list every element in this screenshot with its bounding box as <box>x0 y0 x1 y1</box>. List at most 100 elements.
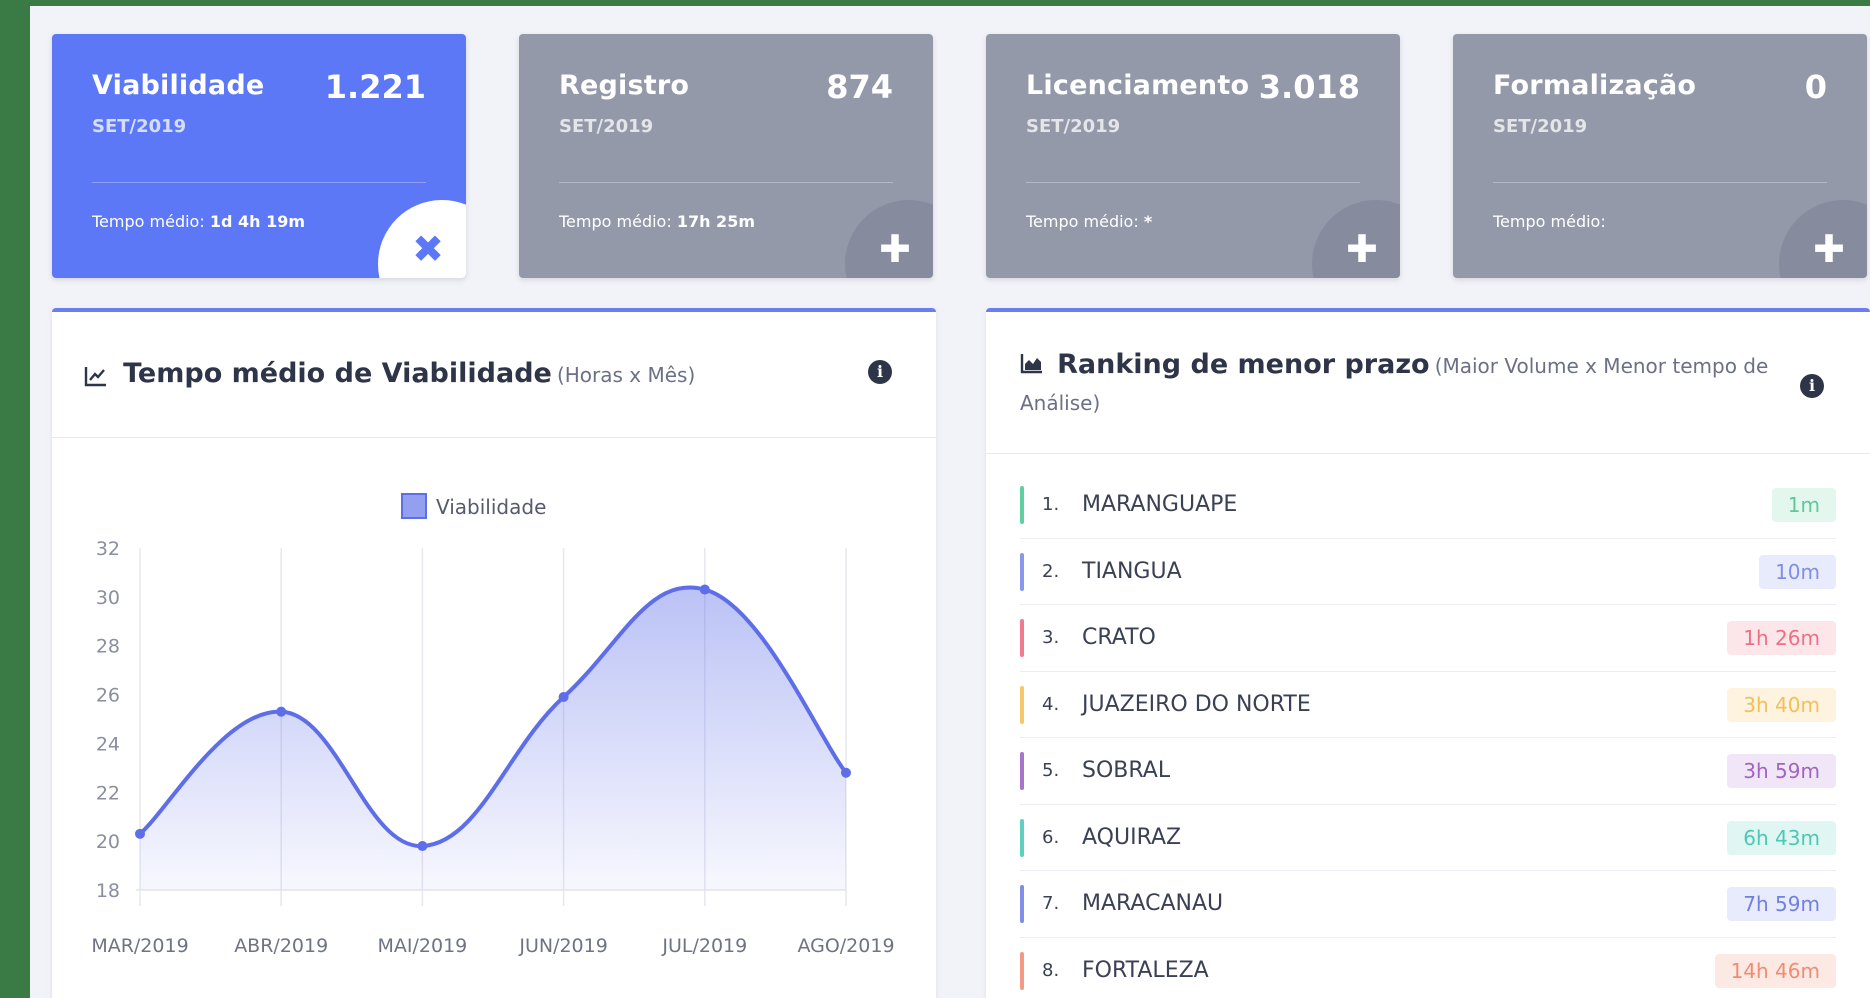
rank-time-badge: 1h 26m <box>1727 621 1836 655</box>
legend-label: Viabilidade <box>436 495 546 519</box>
rank-number: 7. <box>1042 893 1060 914</box>
chart-widget-header: Tempo médio de Viabilidade (Horas x Mês)… <box>52 312 936 438</box>
data-point <box>699 584 710 595</box>
rank-city-name: MARACANAU <box>1082 891 1224 916</box>
card-registro[interactable]: Registro 874 SET/2019 Tempo médio: 17h 2… <box>519 34 933 278</box>
y-tick-label: 18 <box>96 880 120 902</box>
x-tick-label: MAI/2019 <box>378 935 468 957</box>
avg-value: 17h 25m <box>676 212 755 231</box>
chart-widget-heading: Tempo médio de Viabilidade (Horas x Mês) <box>84 358 695 391</box>
line-chart: 18 20 22 24 26 28 30 32 MAR/2019 ABR/2019 MAI/2019… <box>91 493 895 957</box>
ranking-row[interactable]: 6. AQUIRAZ 6h 43m <box>1020 805 1836 871</box>
rank-time-badge: 6h 43m <box>1727 820 1836 855</box>
y-tick-label: 22 <box>96 782 120 804</box>
rank-time-badge: 7h 59m <box>1727 887 1836 921</box>
rank-time-badge: 1m <box>1771 488 1836 522</box>
ranking-widget: Ranking de menor prazo (Maior Volume x M… <box>986 308 1870 998</box>
rank-color-bar <box>1020 818 1024 857</box>
ranking-widget-heading: Ranking de menor prazo (Maior Volume x M… <box>1020 348 1800 422</box>
card-title: Licenciamento <box>1026 70 1250 101</box>
chart-title: Tempo médio de Viabilidade <box>123 358 552 389</box>
x-tick-label: JUL/2019 <box>661 935 747 957</box>
card-count: 3.018 <box>1258 68 1360 106</box>
y-tick-label: 28 <box>96 636 120 658</box>
close-icon[interactable]: ✖ <box>412 230 444 268</box>
ranking-row[interactable]: 4. JUAZEIRO DO NORTE 3h 40m <box>1020 672 1836 738</box>
card-avg-time: Tempo médio: * <box>1026 212 1152 231</box>
avg-label: Tempo médio: <box>559 212 672 231</box>
legend-swatch <box>401 493 427 519</box>
rank-color-bar <box>1020 619 1024 657</box>
rank-color-bar <box>1020 951 1024 990</box>
x-tick-label: AGO/2019 <box>797 935 894 957</box>
card-licenciamento[interactable]: Licenciamento 3.018 SET/2019 Tempo médio… <box>986 34 1400 278</box>
rank-time-badge: 10m <box>1759 554 1836 589</box>
card-title: Registro <box>559 70 690 101</box>
rank-number: 1. <box>1042 494 1060 515</box>
rank-time-badge: 3h 59m <box>1727 754 1836 788</box>
card-count: 0 <box>1804 68 1827 106</box>
ranking-row[interactable]: 2. TIANGUA 10m <box>1020 539 1836 605</box>
plus-icon[interactable]: ✚ <box>879 230 911 268</box>
series-area <box>140 587 846 890</box>
card-period: SET/2019 <box>559 116 654 137</box>
card-period: SET/2019 <box>1493 116 1588 137</box>
line-chart-icon <box>84 365 108 391</box>
rank-city-name: TIANGUA <box>1082 558 1182 584</box>
data-point <box>841 767 851 778</box>
rank-color-bar <box>1020 752 1024 790</box>
data-point <box>558 692 569 703</box>
rank-number: 3. <box>1042 627 1060 648</box>
chart-area: 18 20 22 24 26 28 30 32 MAR/2019 ABR/2019 MAI/2019… <box>52 432 932 998</box>
card-period: SET/2019 <box>92 116 187 137</box>
x-tick-label: JUN/2019 <box>518 935 607 957</box>
data-point <box>276 706 287 717</box>
ranking-row[interactable]: 8. FORTALEZA 14h 46m <box>1020 938 1836 998</box>
x-tick-label: ABR/2019 <box>234 935 328 957</box>
avg-label: Tempo médio: <box>92 212 205 231</box>
dashboard-panel: Viabilidade 1.221 SET/2019 Tempo médio: … <box>30 6 1870 998</box>
plus-icon[interactable]: ✚ <box>1346 230 1378 268</box>
card-divider <box>1493 182 1827 183</box>
rank-city-name: MARANGUAPE <box>1082 492 1238 517</box>
card-divider <box>559 182 893 183</box>
rank-time-badge: 3h 40m <box>1727 687 1836 722</box>
ranking-row[interactable]: 1. MARANGUAPE 1m <box>1020 472 1836 539</box>
card-formalizacao[interactable]: Formalização 0 SET/2019 Tempo médio: ✚ <box>1453 34 1867 278</box>
ranking-list: 1. MARANGUAPE 1m 2. TIANGUA 10m 3. CRATO 1h 26m 4… <box>1020 472 1836 998</box>
info-icon[interactable]: i <box>868 360 892 384</box>
card-divider <box>92 182 426 183</box>
y-tick-label: 20 <box>96 831 120 853</box>
ranking-widget-header: Ranking de menor prazo (Maior Volume x M… <box>986 312 1870 454</box>
ranking-row[interactable]: 3. CRATO 1h 26m <box>1020 605 1836 672</box>
data-point <box>417 841 428 852</box>
rank-color-bar <box>1020 685 1024 724</box>
ranking-title: Ranking de menor prazo <box>1057 349 1430 380</box>
avg-label: Tempo médio: <box>1493 212 1606 231</box>
rank-color-bar <box>1020 552 1024 591</box>
rank-time-badge: 14h 46m <box>1714 953 1836 988</box>
rank-number: 6. <box>1042 826 1060 848</box>
chart-subtitle: (Horas x Mês) <box>556 363 696 387</box>
y-tick-label: 30 <box>96 587 120 609</box>
x-tick-label: MAR/2019 <box>91 935 188 957</box>
chart-widget: Tempo médio de Viabilidade (Horas x Mês)… <box>52 308 936 998</box>
area-chart-icon <box>1020 352 1044 386</box>
ranking-row[interactable]: 7. MARACANAU 7h 59m <box>1020 871 1836 938</box>
ranking-subtitle: (Maior Volume x Menor tempo de <box>1434 354 1769 378</box>
rank-city-name: CRATO <box>1082 625 1156 650</box>
y-tick-label: 24 <box>96 733 120 755</box>
y-tick-label: 32 <box>96 538 120 560</box>
card-avg-time: Tempo médio: <box>1493 212 1606 231</box>
plus-icon[interactable]: ✚ <box>1813 230 1845 268</box>
ranking-row[interactable]: 5. SOBRAL 3h 59m <box>1020 738 1836 805</box>
info-icon[interactable]: i <box>1800 374 1824 398</box>
rank-number: 4. <box>1042 693 1060 715</box>
card-viabilidade[interactable]: Viabilidade 1.221 SET/2019 Tempo médio: … <box>52 34 466 278</box>
rank-number: 2. <box>1042 560 1060 582</box>
rank-city-name: AQUIRAZ <box>1082 824 1182 850</box>
card-avg-time: Tempo médio: 17h 25m <box>559 212 755 231</box>
y-tick-label: 26 <box>96 685 120 707</box>
card-count: 1.221 <box>324 68 426 106</box>
card-title: Viabilidade <box>92 70 265 101</box>
